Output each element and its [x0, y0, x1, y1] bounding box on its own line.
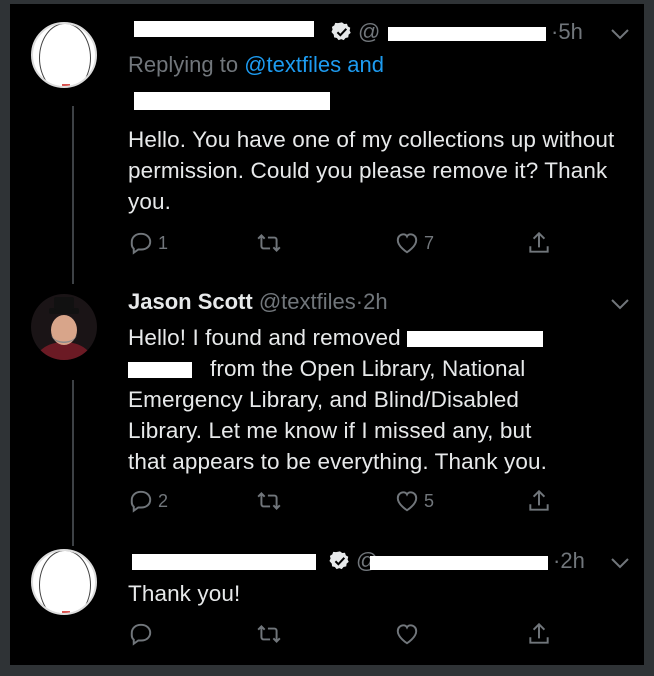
- avatar-redaction: [39, 24, 91, 86]
- like-button[interactable]: [394, 621, 424, 647]
- tweet-line-4: Library. Let me know if I missed any, bu…: [128, 418, 532, 443]
- timestamp[interactable]: 2h: [363, 289, 387, 314]
- tweet-line: Hello! I found and removed: [128, 322, 628, 353]
- tweet-line-1: Hello! I found and removed: [128, 325, 401, 350]
- retweet-button[interactable]: [256, 488, 286, 514]
- avatar-detail: [62, 611, 70, 613]
- reply-button[interactable]: 2: [128, 488, 168, 514]
- chevron-down-icon[interactable]: [610, 28, 630, 40]
- chevron-down-icon[interactable]: [610, 557, 630, 569]
- tweet-time[interactable]: ·5h: [551, 18, 583, 46]
- tweet-line-2: from the Open Library, National: [210, 356, 526, 381]
- share-button[interactable]: [526, 488, 552, 514]
- redacted-name: [134, 21, 314, 37]
- like-icon: [396, 233, 418, 254]
- tweet-actions: 2 5: [128, 488, 568, 516]
- avatar[interactable]: [31, 22, 97, 88]
- like-button[interactable]: 5: [394, 488, 434, 514]
- redacted-title: [407, 331, 544, 348]
- reply-count: 2: [158, 490, 169, 511]
- share-button[interactable]: [526, 621, 552, 647]
- retweet-icon: [257, 234, 281, 252]
- reply-button[interactable]: [128, 621, 158, 647]
- thread-line: [72, 106, 74, 284]
- retweet-button[interactable]: [256, 621, 286, 647]
- share-icon: [529, 231, 549, 253]
- tweet-actions: [128, 621, 568, 649]
- redacted-title: [128, 362, 192, 379]
- reply-icon: [130, 623, 152, 646]
- share-button[interactable]: [526, 230, 552, 256]
- share-icon: [529, 622, 549, 644]
- replying-handle-link[interactable]: @textfiles and: [244, 52, 384, 77]
- tweet-actions: 1 7: [128, 230, 568, 258]
- like-icon: [396, 491, 418, 512]
- tweet-line-5: that appears to be everything. Thank you…: [128, 449, 547, 474]
- reply-icon: [130, 232, 152, 255]
- redacted-handle: [370, 556, 548, 570]
- avatar-detail: [62, 84, 70, 86]
- like-count: 7: [424, 232, 435, 253]
- reply-icon: [130, 490, 152, 513]
- avatar[interactable]: [31, 549, 97, 615]
- replying-label: Replying to: [128, 52, 239, 77]
- retweet-button[interactable]: [256, 230, 286, 256]
- reply-count: 1: [158, 232, 169, 253]
- thread-line: [72, 380, 74, 546]
- retweet-icon: [257, 492, 281, 510]
- like-button[interactable]: 7: [394, 230, 434, 256]
- separator: ·: [355, 289, 364, 314]
- chevron-down-icon[interactable]: [610, 298, 630, 310]
- avatar-redaction: [39, 551, 91, 613]
- tweet-text: Hello! I found and removed from the Open…: [128, 322, 628, 477]
- tweet-thread: @ ·5h Replying to @textfiles and Hello. …: [10, 4, 644, 665]
- author-name[interactable]: Jason Scott: [128, 289, 253, 314]
- avatar[interactable]: [31, 294, 97, 360]
- tweet-time[interactable]: ·2h: [553, 547, 585, 575]
- author-handle[interactable]: @textfiles: [259, 289, 356, 314]
- tweet-text: Thank you!: [128, 581, 241, 606]
- timestamp: 5h: [558, 19, 583, 44]
- redacted-name: [132, 554, 316, 570]
- verified-icon: [329, 551, 349, 570]
- replying-to: Replying to @textfiles and: [128, 51, 384, 79]
- redacted-handle: [388, 27, 546, 41]
- tweet-line: from the Open Library, National: [128, 353, 628, 384]
- like-icon: [396, 624, 418, 645]
- tweet-header: @: [358, 18, 380, 46]
- share-icon: [529, 489, 549, 511]
- retweet-icon: [257, 625, 281, 643]
- like-count: 5: [424, 490, 435, 511]
- tweet-header: Jason Scott @textfiles·2h: [128, 288, 388, 316]
- redacted-reply-target: [134, 92, 330, 110]
- tweet-text: Hello. You have one of my collections up…: [128, 127, 615, 214]
- reply-button[interactable]: 1: [128, 230, 168, 256]
- handle-prefix: @: [358, 19, 381, 44]
- avatar-photo: [31, 294, 97, 360]
- verified-icon: [331, 22, 351, 41]
- tweet-line-3: Emergency Library, and Blind/Disabled: [128, 387, 519, 412]
- timestamp: 2h: [560, 548, 585, 573]
